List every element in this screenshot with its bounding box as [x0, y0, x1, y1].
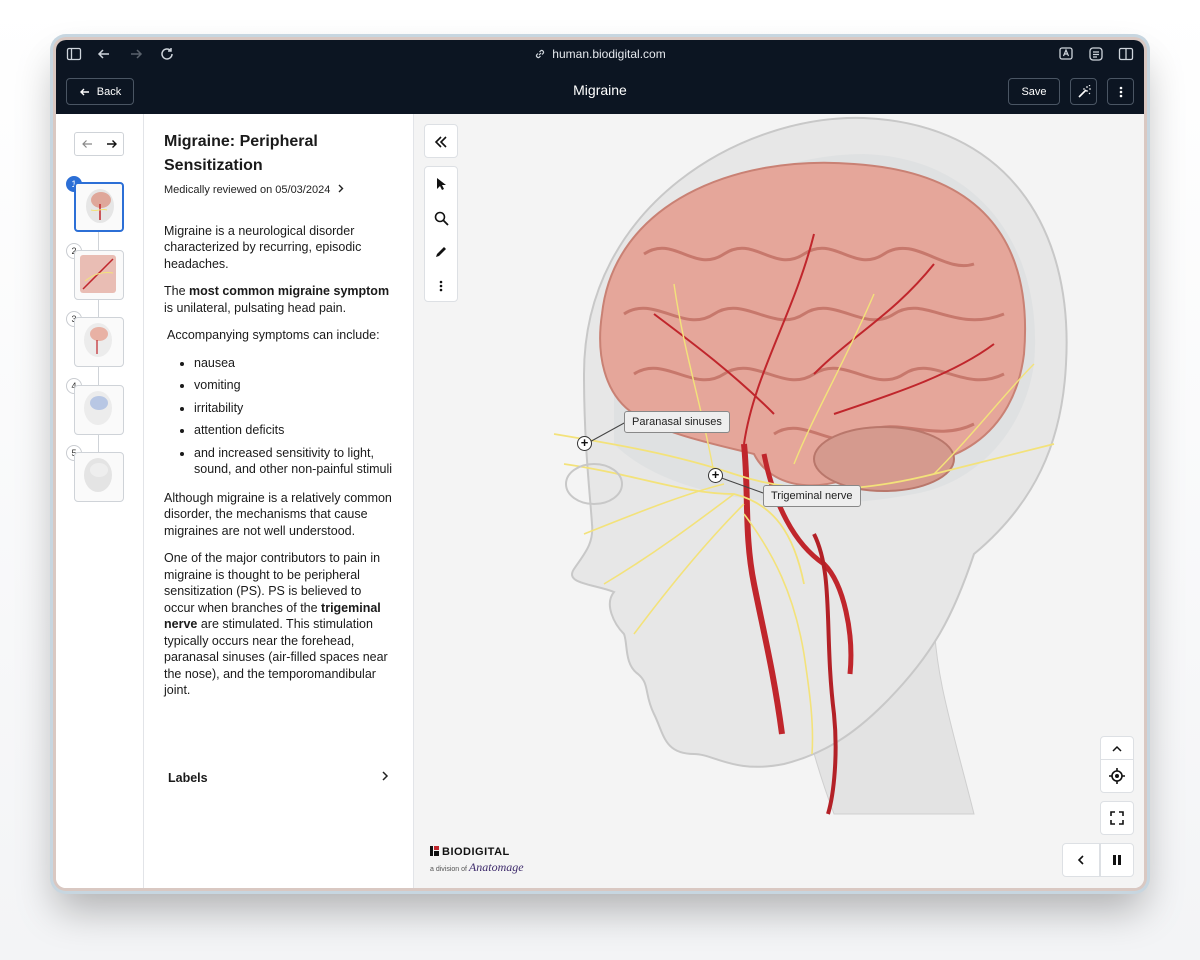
reader-icon[interactable]: [1088, 46, 1104, 62]
step-nav: [74, 132, 124, 156]
labels-heading: Labels: [168, 771, 208, 785]
head-brain-thumbnail: [86, 189, 114, 223]
more-vertical-icon: [439, 280, 443, 292]
more-options-button[interactable]: [1107, 78, 1134, 105]
text-run: are stimulated. This stimulation typical…: [164, 617, 388, 697]
step-thumbnail-1[interactable]: [74, 182, 124, 232]
arrow-left-icon: [81, 140, 92, 148]
paragraph-mechanism: Although migraine is a relatively common…: [164, 490, 392, 538]
fullscreen-button[interactable]: [1100, 801, 1134, 835]
head-skin-thumbnail: [84, 458, 112, 492]
pause-button[interactable]: [1100, 843, 1134, 877]
paragraph-intro: Migraine is a neurological disorder char…: [164, 223, 362, 271]
chevron-right-icon: [338, 184, 344, 193]
head-thumbnail: [84, 323, 112, 357]
magic-wand-button[interactable]: [1070, 78, 1097, 105]
symptom-list: nausea vomiting irritability attention d…: [164, 355, 393, 478]
paragraph-symptom: The most common migraine symptom is unil…: [164, 283, 393, 316]
arrow-right-icon: [106, 140, 117, 148]
tool-palette: [424, 166, 458, 302]
text-run: is unilateral, pulsating head pain.: [164, 300, 347, 315]
list-item: irritability: [194, 400, 393, 417]
article-panel: Migraine: Peripheral Sensitization Medic…: [144, 114, 414, 888]
paragraph-accompanying: Accompanying symptoms can include:: [167, 328, 380, 342]
more-tools-button[interactable]: [425, 269, 457, 303]
target-icon: [1109, 768, 1125, 784]
link-icon: [536, 49, 545, 59]
brand-sub: a division of: [430, 866, 467, 873]
collapse-panel-button[interactable]: [424, 124, 458, 158]
step-thumbnail-5[interactable]: [74, 452, 124, 502]
list-item: and increased sensitivity to light, soun…: [194, 445, 393, 478]
brand-logo: BIODIGITAL a division of Anatomage: [430, 846, 524, 875]
draw-tool[interactable]: [425, 235, 457, 269]
page-title: Migraine: [573, 82, 627, 98]
chevron-up-icon: [1112, 745, 1122, 752]
next-step-button[interactable]: [99, 133, 123, 155]
select-tool[interactable]: [425, 167, 457, 201]
anatomy-viewer[interactable]: + Paranasal sinuses + Trigeminal nerve B…: [414, 114, 1144, 888]
recenter-button[interactable]: [1100, 759, 1134, 793]
magic-wand-icon: [1077, 84, 1091, 98]
pause-icon: [1113, 855, 1121, 865]
text-run: The: [164, 284, 190, 298]
labels-section-toggle[interactable]: Labels: [168, 770, 389, 787]
text-bold: most common migraine symptom: [189, 284, 390, 298]
save-button[interactable]: Save: [1008, 78, 1060, 105]
chevron-right-icon: [382, 771, 389, 781]
add-label-marker[interactable]: +: [708, 468, 723, 483]
brand-parent: Anatomage: [468, 860, 524, 874]
medical-review-link[interactable]: Medically reviewed on 05/03/2024: [164, 182, 393, 199]
prev-step-button[interactable]: [75, 133, 99, 155]
step-thumbnail-3[interactable]: [74, 317, 124, 367]
add-label-marker[interactable]: +: [577, 436, 592, 451]
list-item: attention deficits: [194, 422, 393, 439]
cursor-icon: [437, 178, 446, 190]
step-thumbnail-2[interactable]: [74, 250, 124, 300]
list-item: nausea: [194, 355, 393, 372]
app-header: Back Migraine Save: [56, 68, 1144, 114]
search-icon: [434, 211, 449, 226]
browser-toolbar: human.biodigital.com: [56, 40, 1144, 68]
split-view-icon[interactable]: [1118, 46, 1134, 62]
more-vertical-icon: [1119, 86, 1122, 97]
main-content: 1 2 3 4 5 Migraine: Peripheral Sens: [56, 114, 1144, 888]
translate-icon[interactable]: [1058, 46, 1074, 62]
double-chevron-left-icon: [434, 136, 447, 148]
save-button-label: Save: [1021, 85, 1047, 98]
search-tool[interactable]: [425, 201, 457, 235]
step-thumbnail-4[interactable]: [74, 385, 124, 435]
step-sidebar: 1 2 3 4 5: [56, 114, 144, 888]
list-item: vomiting: [194, 377, 393, 394]
head-blue-thumbnail: [84, 391, 112, 425]
fullscreen-icon: [1110, 811, 1124, 825]
biodigital-logo-icon: [430, 846, 439, 856]
brand-name: BIODIGITAL: [442, 846, 510, 858]
previous-button[interactable]: [1062, 843, 1100, 877]
chevron-left-icon: [1077, 855, 1084, 865]
address-bar[interactable]: human.biodigital.com: [56, 47, 1144, 61]
reviewed-date: Medically reviewed on 05/03/2024: [164, 184, 331, 196]
label-paranasal-sinuses[interactable]: Paranasal sinuses: [624, 411, 730, 433]
paragraph-sensitization: One of the major contributors to pain in…: [164, 550, 393, 699]
tissue-thumbnail: [80, 255, 116, 293]
browser-window: human.biodigital.com Back Migraine Save: [56, 40, 1144, 888]
label-trigeminal-nerve[interactable]: Trigeminal nerve: [763, 485, 861, 507]
pen-icon: [436, 247, 446, 257]
expand-controls-button[interactable]: [1100, 736, 1134, 760]
article-title: Migraine: Peripheral Sensitization: [164, 133, 318, 174]
url-text: human.biodigital.com: [552, 47, 666, 61]
